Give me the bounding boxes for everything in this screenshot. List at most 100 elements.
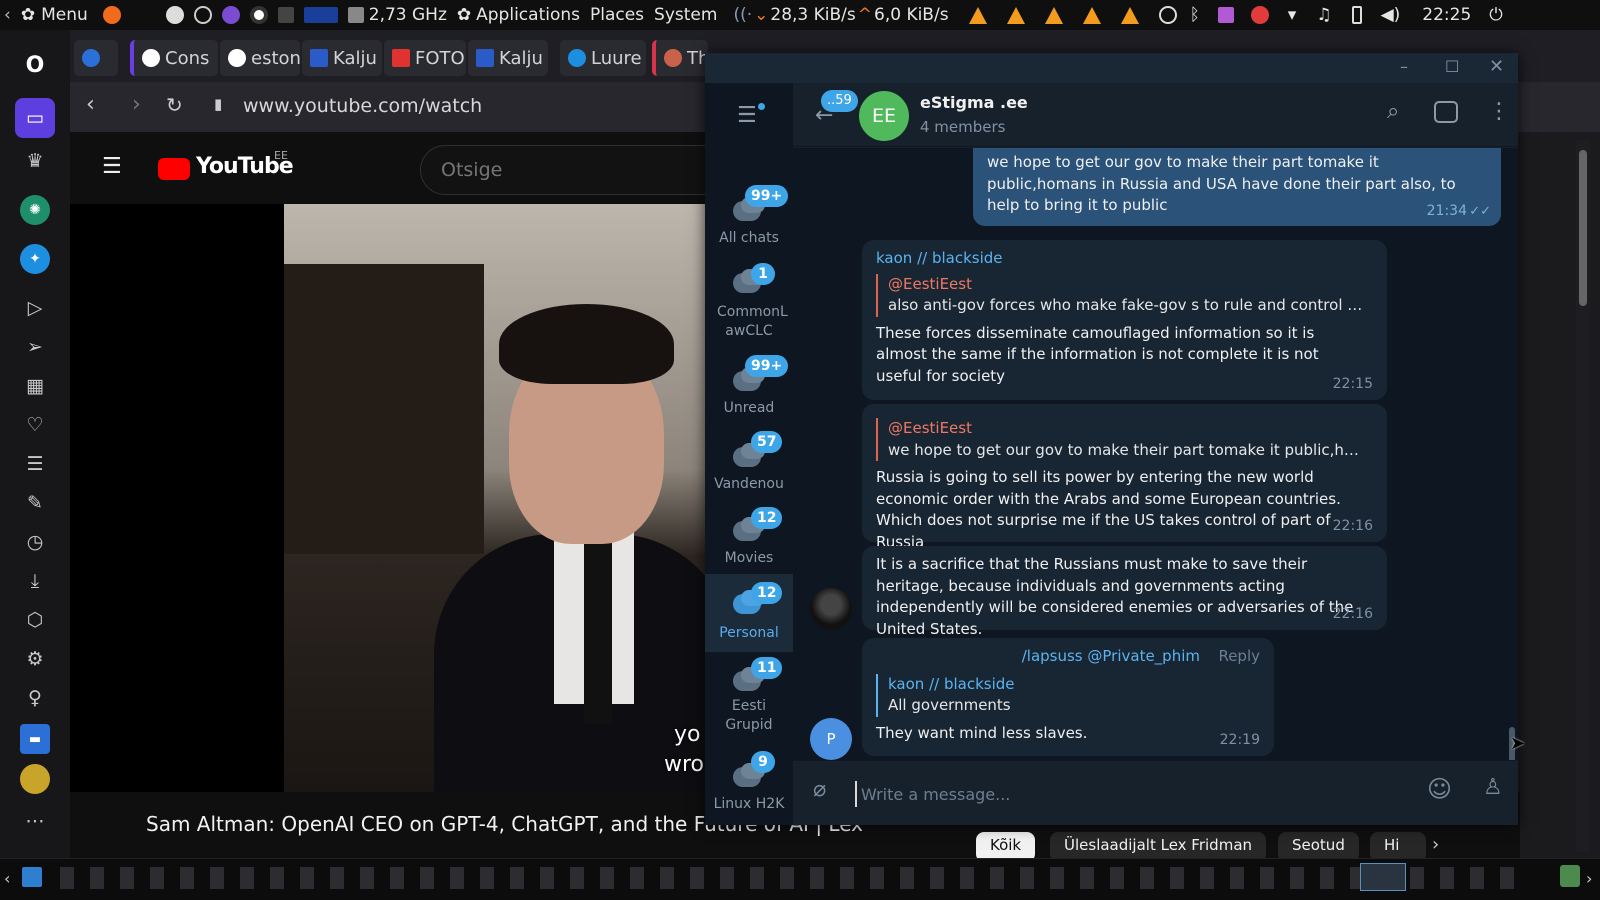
close-icon[interactable]: ✕	[1489, 56, 1504, 77]
places-menu[interactable]: Places	[590, 5, 644, 25]
vlc-icon[interactable]	[1006, 6, 1025, 24]
folder-all-chats[interactable]: 99+ All chats	[705, 183, 793, 255]
clock[interactable]: 22:25	[1422, 5, 1471, 25]
incoming-message[interactable]: kaon // blackside @EestiEest also anti-g…	[862, 240, 1387, 400]
taskbar-tray-icon[interactable]	[1560, 865, 1580, 887]
search-icon[interactable]: ⌕	[1387, 99, 1399, 124]
more-icon[interactable]: ⋯	[20, 806, 50, 836]
taskbar-left-arrow-icon[interactable]: ‹	[4, 869, 10, 888]
reply-link[interactable]: Reply	[1218, 646, 1260, 668]
message-sender[interactable]: kaon // blackside	[876, 248, 1373, 270]
downloads-icon[interactable]: ⤓	[20, 566, 50, 596]
chat-avatar[interactable]: EE	[859, 91, 909, 141]
chat-title[interactable]: eStigma .ee	[920, 93, 1028, 112]
chat-scrollbar[interactable]	[1509, 152, 1515, 760]
reload-icon[interactable]: ↻	[166, 93, 183, 117]
browser-tab[interactable]: eston	[220, 40, 300, 76]
font-a-icon[interactable]	[165, 6, 184, 24]
taskbar-right-arrow-icon[interactable]: ›	[1586, 869, 1592, 888]
extension-app-icon[interactable]	[20, 764, 50, 794]
system-menu[interactable]: System	[654, 5, 717, 25]
folder-eesti-grupid[interactable]: 11 Eesti Grupid	[705, 655, 793, 741]
my-flow-icon[interactable]: ▭	[15, 98, 55, 138]
clipboard-icon[interactable]	[1158, 6, 1177, 24]
back-icon[interactable]: ‹	[86, 92, 95, 117]
tab-vpn[interactable]	[74, 40, 118, 76]
video-player[interactable]: yo wro	[284, 204, 720, 792]
tray-app-icon[interactable]	[1217, 7, 1234, 23]
browser-tab[interactable]: Th	[652, 40, 708, 76]
opera-icon[interactable]	[249, 6, 268, 24]
minimize-icon[interactable]: –	[1400, 57, 1408, 76]
attach-icon[interactable]: ⌀	[813, 777, 826, 802]
system-monitor-icon[interactable]	[303, 7, 338, 23]
opera-logo-icon[interactable]: O	[20, 50, 50, 80]
youtube-search-input[interactable]	[420, 145, 740, 195]
sender-avatar[interactable]: P	[810, 718, 852, 760]
message-list[interactable]: we hope to get our gov to make their par…	[793, 148, 1518, 760]
browser-tab[interactable]: Kalju	[468, 40, 548, 76]
folder-more[interactable]: 11	[705, 823, 793, 825]
bluetooth-icon[interactable]: ᛒ	[1190, 5, 1200, 25]
folder-movies[interactable]: 12 Movies	[705, 503, 793, 575]
news-icon[interactable]: ☰	[20, 449, 50, 479]
crown-icon[interactable]: ♛	[20, 146, 50, 176]
player-icon[interactable]: ▷	[20, 293, 50, 323]
main-menu-icon[interactable]: ☰	[737, 103, 757, 128]
url-field[interactable]: www.youtube.com/watch	[243, 95, 482, 117]
panel-left-arrow-icon[interactable]: ‹	[4, 5, 11, 25]
terminal-icon[interactable]	[277, 7, 294, 23]
vlc-icon[interactable]	[1120, 6, 1139, 24]
notifications-bell-icon[interactable]: ♫	[1316, 5, 1331, 25]
more-options-icon[interactable]: ⋮	[1488, 99, 1510, 124]
speed-dial-icon[interactable]: ▦	[20, 371, 50, 401]
browser-tab[interactable]: Cons	[130, 40, 218, 76]
vlc-icon[interactable]	[1082, 6, 1101, 24]
heart-icon[interactable]: ♡	[20, 410, 50, 440]
chips-next-icon[interactable]: ›	[1432, 834, 1439, 855]
taskbar-window-list[interactable]	[60, 867, 1530, 889]
firefox-icon[interactable]	[102, 6, 121, 24]
lightbulb-icon[interactable]: ♀	[20, 683, 50, 713]
folder-commonlawclc[interactable]: 1 CommonL awCLC	[705, 255, 793, 343]
message-input[interactable]	[855, 781, 1405, 807]
vlc-icon[interactable]	[1044, 6, 1063, 24]
emoji-icon[interactable]: ☺	[1427, 775, 1452, 803]
wifi-icon[interactable]: ▾	[1288, 5, 1297, 25]
telegram-taskbar-icon[interactable]	[1360, 863, 1406, 891]
scrollbar-thumb[interactable]	[1579, 150, 1587, 306]
browser-tab[interactable]: Luure	[560, 40, 646, 76]
folder-personal[interactable]: 12 Personal	[705, 574, 793, 652]
tor-icon[interactable]	[221, 6, 240, 24]
incoming-message[interactable]: It is a sacrifice that the Russians must…	[862, 546, 1387, 638]
folder-linux-h2k[interactable]: 9 Linux H2K	[705, 749, 793, 821]
sender-avatar[interactable]	[810, 588, 852, 630]
volume-icon[interactable]: ◀)	[1381, 5, 1401, 25]
page-scrollbar[interactable]	[1576, 140, 1590, 852]
send-icon[interactable]: ➢	[20, 332, 50, 362]
forward-icon[interactable]: ›	[132, 92, 141, 117]
outgoing-message[interactable]: we hope to get our gov to make their par…	[973, 148, 1501, 226]
battery-icon[interactable]	[1351, 6, 1362, 24]
history-icon[interactable]: ◷	[20, 527, 50, 557]
applications-menu[interactable]: ✿ Applications	[457, 5, 580, 25]
message-sender[interactable]: /lapsuss @Private_phim	[876, 646, 1260, 668]
voice-chat-icon[interactable]	[1434, 101, 1458, 123]
snapshot-icon[interactable]: ✎	[20, 488, 50, 518]
browser-tab[interactable]: Kalju	[302, 40, 382, 76]
reply-quote[interactable]: @EestiEest also anti-gov forces who make…	[876, 273, 1373, 317]
vlc-icon[interactable]	[968, 6, 987, 24]
chat-members-count[interactable]: 4 members	[920, 118, 1006, 136]
incoming-message[interactable]: @EestiEest we hope to get our gov to mak…	[862, 404, 1387, 551]
microphone-icon[interactable]: ♙	[1483, 775, 1503, 800]
extensions-icon[interactable]: ⬡	[20, 605, 50, 635]
menu-button[interactable]: ✿ Menu	[21, 5, 88, 25]
incoming-message[interactable]: /lapsuss @Private_phim Reply kaon // bla…	[862, 638, 1274, 756]
folder-unread[interactable]: 99+ Unread	[705, 353, 793, 425]
settings-icon[interactable]: ⚙	[20, 644, 50, 674]
reply-quote[interactable]: @EestiEest we hope to get our gov to mak…	[876, 418, 1373, 461]
folder-vandenou[interactable]: 57 Vandenou	[705, 429, 793, 501]
reply-quote[interactable]: kaon // blackside All governments	[876, 673, 1260, 717]
power-icon[interactable]: ⏻	[1489, 5, 1502, 25]
settings-gears-icon[interactable]	[193, 6, 212, 24]
